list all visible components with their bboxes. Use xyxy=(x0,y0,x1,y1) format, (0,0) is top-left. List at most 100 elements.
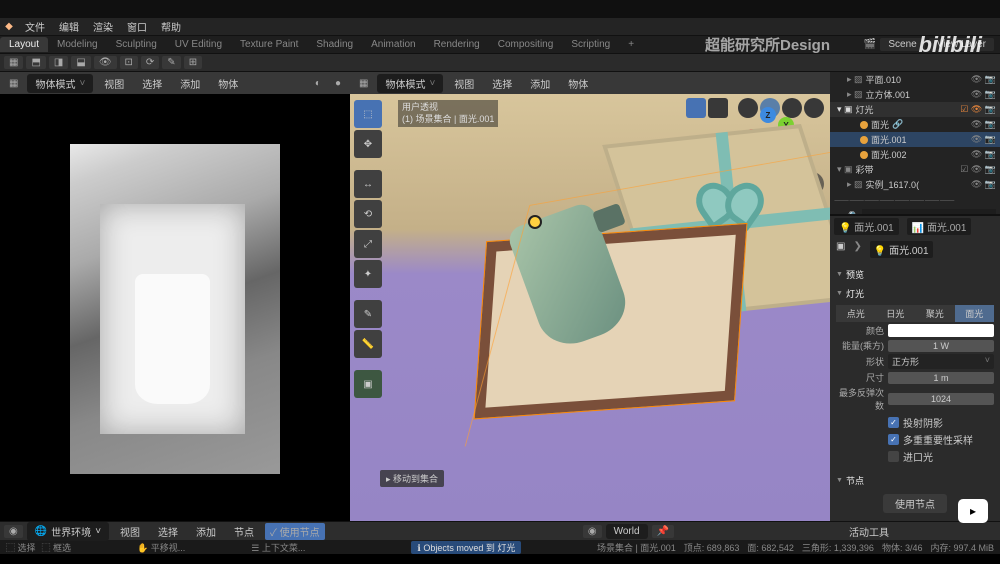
world-dropdown[interactable]: 🌐 世界环境 ˅ xyxy=(27,522,109,541)
status-objs: 物体: 3/46 xyxy=(882,541,923,554)
tab-sculpting[interactable]: Sculpting xyxy=(107,37,166,52)
left-select-menu[interactable]: 选择 xyxy=(135,74,169,93)
tab-shading[interactable]: Shading xyxy=(307,37,362,52)
tab-compositing[interactable]: Compositing xyxy=(489,37,563,52)
scene-dropdown[interactable]: Scene xyxy=(880,38,924,51)
ne-node[interactable]: 节点 xyxy=(227,522,261,541)
vp-object-menu[interactable]: 物体 xyxy=(561,74,595,93)
status-hint: ⬚ 框选 xyxy=(42,541,72,554)
chk-mis[interactable]: ✓ xyxy=(888,434,899,445)
tool-rotate[interactable]: ⟲ xyxy=(354,200,382,228)
light-type-area[interactable]: 面光 xyxy=(955,305,995,322)
outliner-light[interactable]: 面光.002 xyxy=(871,148,907,161)
extra-tool5[interactable]: ⊡ xyxy=(120,56,138,69)
light-type-point[interactable]: 点光 xyxy=(836,305,876,322)
left-object-menu[interactable]: 物体 xyxy=(211,74,245,93)
editor-type-icon[interactable]: ▦ xyxy=(4,56,23,69)
mode-dropdown[interactable]: 物体模式 ˅ xyxy=(27,74,93,93)
left-shading-btn2[interactable]: ● xyxy=(330,77,346,90)
tool-cursor[interactable]: ✥ xyxy=(354,130,382,158)
viewlayer-dropdown[interactable]: View Layer xyxy=(929,38,994,51)
ne-editor-icon[interactable]: ◉ xyxy=(4,525,23,538)
vp-add-menu[interactable]: 添加 xyxy=(523,74,557,93)
menu-file[interactable]: 文件 xyxy=(18,17,52,36)
tab-layout[interactable]: Layout xyxy=(0,37,48,52)
power-field[interactable]: 1 W xyxy=(888,340,994,352)
last-op-label[interactable]: ▸ 移动到集合 xyxy=(380,470,444,487)
outliner[interactable]: ▸ ▨平面.010👁 📷 ▸ ▨立方体.001👁 📷 ▾ ▣灯光☑ 👁 📷 面光… xyxy=(830,72,1000,214)
light-data-dropdown[interactable]: 💡 面光.001 xyxy=(870,241,933,258)
outliner-collection[interactable]: 彩带 xyxy=(856,163,874,176)
section-preview[interactable]: 预览 xyxy=(836,265,994,284)
tab-rendering[interactable]: Rendering xyxy=(425,37,489,52)
ne-select[interactable]: 选择 xyxy=(151,522,185,541)
extra-tool4[interactable]: 👁 xyxy=(94,56,117,69)
section-light[interactable]: 灯光 xyxy=(836,284,994,303)
vp-editor-icon[interactable]: ▦ xyxy=(354,77,373,90)
light-handle[interactable] xyxy=(530,217,540,227)
extra-tool[interactable]: ⬒ xyxy=(26,56,45,69)
section-nodes[interactable]: 节点 xyxy=(836,471,994,490)
menu-edit[interactable]: 编辑 xyxy=(52,17,86,36)
outliner-item[interactable]: 立方体.001 xyxy=(866,88,911,101)
extra-tool7[interactable]: ✎ xyxy=(162,56,180,69)
menu-window[interactable]: 窗口 xyxy=(120,17,154,36)
light-type-sun[interactable]: 日光 xyxy=(876,305,916,322)
tool-annotate[interactable]: ✎ xyxy=(354,300,382,328)
extra-tool3[interactable]: ⬓ xyxy=(71,56,90,69)
ne-add[interactable]: 添加 xyxy=(189,522,223,541)
gizmo-toggle[interactable] xyxy=(708,98,728,118)
bounces-field[interactable]: 1024 xyxy=(888,393,994,405)
ne-world-icon[interactable]: ◉ xyxy=(583,525,602,538)
box-object[interactable] xyxy=(451,179,819,475)
vp-view-menu[interactable]: 视图 xyxy=(447,74,481,93)
outliner-collection[interactable]: 灯光 xyxy=(856,103,874,116)
tool-measure[interactable]: 📏 xyxy=(354,330,382,358)
3d-viewport[interactable]: ▦ 物体模式 ˅ 视图 选择 添加 物体 用户透视 (1) 场景集合 | 面光.… xyxy=(350,72,830,521)
tool-transform[interactable]: ✦ xyxy=(354,260,382,288)
tool-scale[interactable]: ⤢ xyxy=(354,230,382,258)
outliner-item[interactable]: 实例_1617.0( xyxy=(866,178,920,191)
color-field[interactable] xyxy=(888,324,994,337)
overlay-toggle[interactable] xyxy=(686,98,706,118)
outliner-item[interactable]: 平面.010 xyxy=(866,73,902,86)
tab-uv[interactable]: UV Editing xyxy=(166,37,231,52)
ne-view[interactable]: 视图 xyxy=(113,522,147,541)
link-icon: 🔗 xyxy=(892,119,903,130)
chk-portal[interactable] xyxy=(888,451,899,462)
tab-animation[interactable]: Animation xyxy=(362,37,424,52)
outliner-light[interactable]: 面光.001 xyxy=(871,133,907,146)
shading-render[interactable] xyxy=(804,98,824,118)
left-view-menu[interactable]: 视图 xyxy=(97,74,131,93)
light-type-spot[interactable]: 聚光 xyxy=(915,305,955,322)
editor-type-icon[interactable]: ▦ xyxy=(4,77,23,90)
reference-image[interactable] xyxy=(0,94,350,521)
outliner-light[interactable]: 面光 xyxy=(871,118,889,131)
left-add-menu[interactable]: 添加 xyxy=(173,74,207,93)
tab-texpaint[interactable]: Texture Paint xyxy=(231,37,307,52)
props-data-tab[interactable]: 💡 面光.001 xyxy=(834,218,899,235)
tab-add[interactable]: + xyxy=(619,37,643,52)
chk-usenodes[interactable]: ✓ 使用节点 xyxy=(265,523,325,540)
tv-icon[interactable]: ▸ xyxy=(958,499,988,523)
chk-shadow[interactable]: ✓ xyxy=(888,417,899,428)
use-nodes-button[interactable]: 使用节点 xyxy=(883,494,947,513)
menu-render[interactable]: 渲染 xyxy=(86,17,120,36)
extra-tool8[interactable]: ⊞ xyxy=(184,56,202,69)
tab-scripting[interactable]: Scripting xyxy=(562,37,619,52)
tab-modeling[interactable]: Modeling xyxy=(48,37,107,52)
vp-select-menu[interactable]: 选择 xyxy=(485,74,519,93)
tool-select-box[interactable]: ⬚ xyxy=(354,100,382,128)
world-data[interactable]: World xyxy=(606,524,648,539)
extra-tool2[interactable]: ◨ xyxy=(49,56,68,69)
ne-pin-icon[interactable]: 📌 xyxy=(652,525,674,538)
vp-mode-dropdown[interactable]: 物体模式 ˅ xyxy=(377,74,443,93)
menu-help[interactable]: 帮助 xyxy=(154,17,188,36)
tool-move[interactable]: ↔ xyxy=(354,170,382,198)
size-field[interactable]: 1 m xyxy=(888,372,994,384)
props-data-tab2[interactable]: 📊 面光.001 xyxy=(907,218,972,235)
left-shading-btn[interactable]: ◐ xyxy=(310,77,326,90)
shape-dropdown[interactable]: 正方形 ˅ xyxy=(888,354,994,369)
extra-tool6[interactable]: ⟳ xyxy=(141,56,159,69)
tool-add-cube[interactable]: ▣ xyxy=(354,370,382,398)
